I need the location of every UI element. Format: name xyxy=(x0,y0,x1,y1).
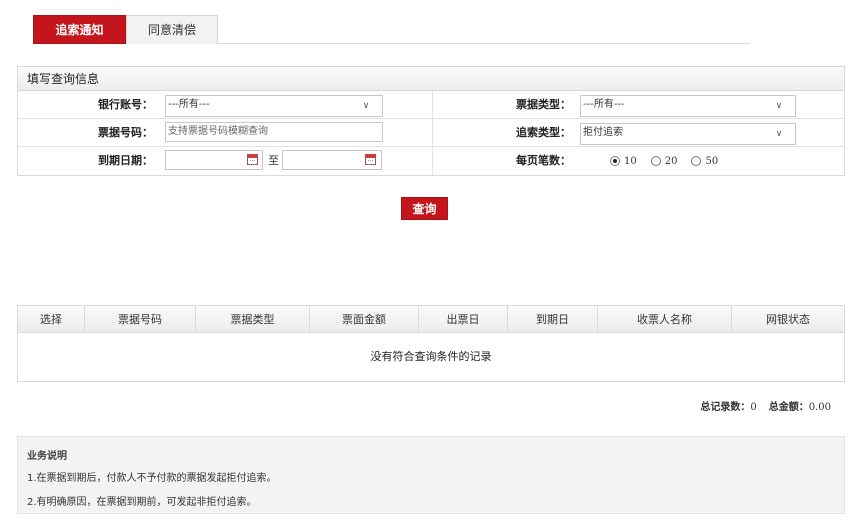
form-row-1: 银行账号： ---所有--- ∨ 票据类型： ---所有--- ∨ xyxy=(18,91,844,119)
due-date-end-input[interactable] xyxy=(282,150,382,170)
calendar-icon[interactable] xyxy=(365,154,376,165)
bank-account-select[interactable]: ---所有--- ∨ xyxy=(165,95,383,117)
page-size-label: 每页笔数： xyxy=(516,154,571,167)
table-header: 选择 票据号码 票据类型 票面金额 出票日 到期日 收票人名称 网银状态 xyxy=(18,306,844,333)
results-table: 选择 票据号码 票据类型 票面金额 出票日 到期日 收票人名称 网银状态 没有符… xyxy=(17,305,845,382)
tab-agree-settlement[interactable]: 同意清偿 xyxy=(126,15,218,44)
notes-line: 1.在票据到期后，付款人不予付款的票据发起拒付追索。 xyxy=(27,473,277,484)
total-count-label: 总记录数： xyxy=(700,402,751,413)
form-row-2: 票据号码： 支持票据号码模糊查询 追索类型： 拒付追索 ∨ xyxy=(18,119,844,147)
column-header-ebank-status: 网银状态 xyxy=(766,313,810,326)
column-divider xyxy=(432,147,433,175)
radio-selected-icon[interactable] xyxy=(610,156,620,166)
totals-summary: 总记录数：0 总金额：0.00 xyxy=(700,398,831,413)
bank-account-label: 银行账号： xyxy=(98,98,153,111)
column-divider xyxy=(432,91,433,118)
column-divider xyxy=(432,119,433,146)
column-header-due-date: 到期日 xyxy=(508,306,598,332)
bill-type-label: 票据类型： xyxy=(516,98,571,111)
column-header-select: 选择 xyxy=(18,306,85,332)
tab-recourse-notice[interactable]: 追索通知 xyxy=(33,15,126,44)
form-row-3: 到期日期： 至 每页笔数： 10 20 50 xyxy=(18,147,844,175)
page-size-option-10[interactable]: 10 xyxy=(610,156,637,167)
page-size-option-label: 10 xyxy=(624,155,637,167)
bill-type-select[interactable]: ---所有--- ∨ xyxy=(580,95,796,117)
notes-title: 业务说明 xyxy=(27,451,67,462)
chevron-down-icon: ∨ xyxy=(775,101,783,111)
page-size-option-50[interactable]: 50 xyxy=(691,156,718,167)
recourse-type-value: 拒付追索 xyxy=(583,127,623,138)
due-date-start-input[interactable] xyxy=(165,150,263,170)
notes-line: 2.有明确原因，在票据到期前，可发起非拒付追索。 xyxy=(27,497,257,508)
total-count-value: 0 xyxy=(750,402,757,413)
total-amount-value: 0.00 xyxy=(808,402,831,413)
recourse-type-label: 追索类型： xyxy=(516,126,571,139)
page-size-option-label: 50 xyxy=(705,155,719,167)
calendar-icon[interactable] xyxy=(247,154,258,165)
chevron-down-icon: ∨ xyxy=(775,129,783,139)
column-header-bill-type: 票据类型 xyxy=(196,306,310,332)
recourse-type-select[interactable]: 拒付追索 ∨ xyxy=(580,123,796,145)
bank-account-value: ---所有--- xyxy=(168,99,210,110)
business-notes: 业务说明 1.在票据到期后，付款人不予付款的票据发起拒付追索。 2.有明确原因，… xyxy=(17,436,845,514)
bill-number-label: 票据号码： xyxy=(98,126,153,139)
panel-title: 填写查询信息 xyxy=(18,67,844,91)
query-button[interactable]: 查询 xyxy=(401,197,448,220)
page-size-option-label: 20 xyxy=(664,155,678,167)
radio-icon[interactable] xyxy=(691,156,702,166)
column-header-issue-date: 出票日 xyxy=(419,306,508,332)
date-range-separator: 至 xyxy=(268,154,279,167)
column-header-face-amount: 票面金额 xyxy=(310,306,419,332)
radio-icon[interactable] xyxy=(650,156,661,166)
tab-bar: 追索通知 同意清偿 xyxy=(33,15,750,44)
due-date-label: 到期日期： xyxy=(98,154,153,167)
bill-type-value: ---所有--- xyxy=(583,99,625,110)
column-header-payee-name: 收票人名称 xyxy=(598,306,732,332)
bill-number-input[interactable]: 支持票据号码模糊查询 xyxy=(165,122,383,142)
query-panel: 填写查询信息 银行账号： ---所有--- ∨ 票据类型： ---所有--- ∨… xyxy=(17,66,845,176)
empty-results-message: 没有符合查询条件的记录 xyxy=(370,350,492,363)
total-amount-label: 总金额： xyxy=(768,402,809,413)
chevron-down-icon: ∨ xyxy=(362,101,370,111)
page-size-option-20[interactable]: 20 xyxy=(650,155,678,167)
column-header-bill-number: 票据号码 xyxy=(85,306,196,332)
page-size-radio-group: 10 20 50 xyxy=(610,147,732,175)
